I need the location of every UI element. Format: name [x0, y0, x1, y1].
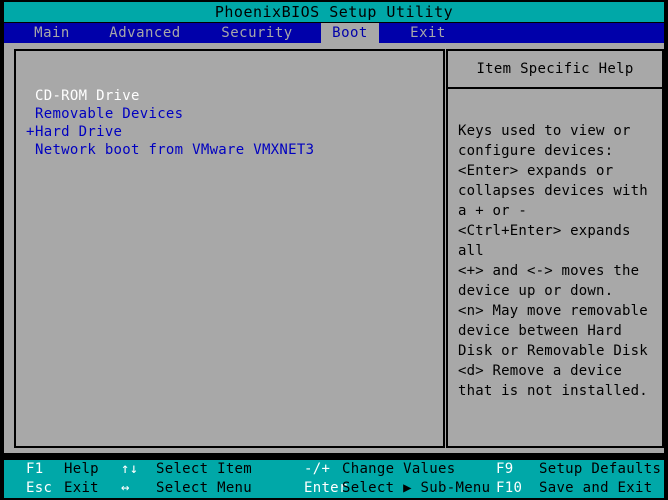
function-key-name[interactable]: ↔ [121, 479, 130, 498]
menu-tab-exit[interactable]: Exit [391, 23, 465, 43]
menu-tab-advanced[interactable]: Advanced [96, 23, 194, 43]
function-key-name[interactable]: F1 [26, 460, 43, 479]
boot-device-expand-marker [26, 105, 35, 123]
function-key-bar: F1 Help ↑↓ Select Item -/+ Change Values F9 Set… [4, 460, 664, 498]
help-text-line: configure devices: [458, 143, 614, 159]
help-text-line: <d> Remove a device [458, 363, 622, 379]
boot-device-item[interactable]: CD-ROM Drive [26, 87, 436, 105]
function-key-description: Change Values [342, 461, 456, 477]
help-text-line: <n> May move removable [458, 303, 648, 319]
boot-device-item[interactable]: +Hard Drive [26, 123, 436, 141]
menu-bar: Main Advanced Security Boot Exit [4, 23, 664, 43]
boot-device-item[interactable]: Removable Devices [26, 105, 436, 123]
boot-device-label: Hard Drive [35, 124, 123, 140]
function-key-description: Setup Defaults [539, 461, 662, 477]
boot-device-list: CD-ROM Drive Removable Devices +Hard Driv… [26, 87, 436, 159]
boot-device-label: Network boot from VMware VMXNET3 [35, 142, 315, 158]
boot-device-expand-marker [26, 87, 35, 105]
boot-device-expand-marker: + [26, 124, 35, 140]
boot-device-label: CD-ROM Drive [35, 88, 140, 104]
help-text-line: device up or down. [458, 283, 614, 299]
function-key-description: Select Menu [156, 480, 253, 496]
item-specific-help-panel: Keys used to view or configure devices: <E… [448, 89, 664, 448]
function-key-name[interactable]: Esc [26, 479, 52, 498]
function-key-row-1: F1 Help ↑↓ Select Item -/+ Change Values F9 Set… [4, 460, 664, 479]
bios-setup-screen: PhoenixBIOS Setup Utility Main Advanced Se… [0, 0, 668, 500]
function-key-description: Help [64, 461, 99, 477]
help-text-line: <Enter> expands or [458, 163, 614, 179]
help-text-line: device between Hard [458, 323, 622, 339]
help-text-line: <Ctrl+Enter> expands [458, 223, 631, 239]
boot-device-label: Removable Devices [35, 106, 184, 122]
menu-tab-boot[interactable]: Boot [321, 23, 379, 43]
function-key-name[interactable]: -/+ [304, 460, 330, 479]
help-text-line: <+> and <-> moves the [458, 263, 640, 279]
window-title: PhoenixBIOS Setup Utility [4, 2, 664, 22]
help-text-line: collapses devices with [458, 183, 648, 199]
boot-device-item[interactable]: Network boot from VMware VMXNET3 [26, 141, 436, 159]
boot-device-expand-marker [26, 141, 35, 159]
item-specific-help-title: Item Specific Help [448, 49, 664, 89]
help-text-line: that is not installed. [458, 383, 648, 399]
boot-order-panel: CD-ROM Drive Removable Devices +Hard Driv… [14, 49, 445, 448]
function-key-description: Save and Exit [539, 480, 653, 496]
menu-tab-security[interactable]: Security [204, 23, 310, 43]
function-key-description: Select Item [156, 461, 253, 477]
help-text-line: a + or - [458, 203, 528, 219]
help-text-line: Keys used to view or [458, 123, 631, 139]
function-key-description: Exit [64, 480, 99, 496]
help-text-line: Disk or Removable Disk [458, 343, 648, 359]
help-text-line: all [458, 243, 484, 259]
function-key-name[interactable]: F9 [496, 460, 513, 479]
menu-tab-main[interactable]: Main [22, 23, 82, 43]
function-key-name[interactable]: F10 [496, 479, 522, 498]
function-key-row-2: Esc Exit ↔ Select Menu Enter Select ▶ Sub-Men… [4, 479, 664, 498]
function-key-description: Select ▶ Sub-Menu [342, 480, 491, 496]
help-text: Keys used to view or configure devices: <E… [458, 121, 658, 401]
function-key-name[interactable]: ↑↓ [121, 460, 138, 479]
